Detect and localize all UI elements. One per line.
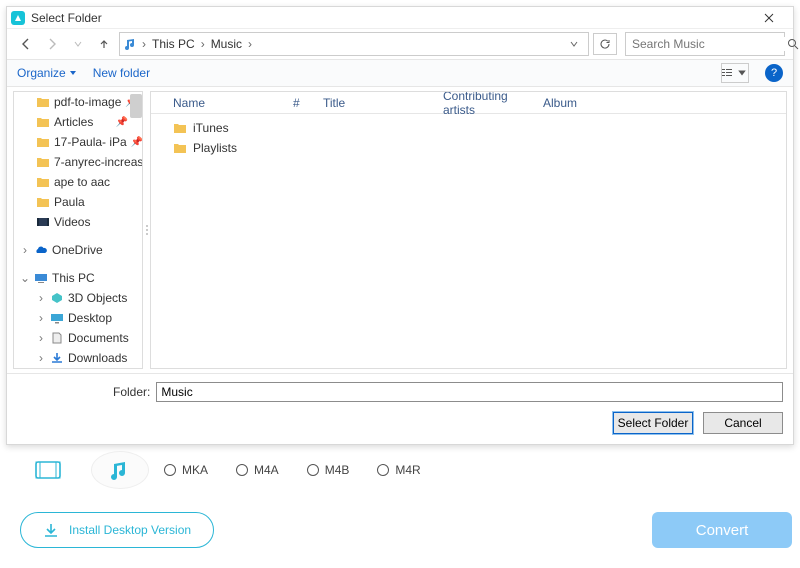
back-button[interactable]: [15, 33, 37, 55]
file-list[interactable]: Name # Title Contributing artists Album …: [150, 91, 787, 369]
onedrive-icon: [34, 244, 48, 256]
collapse-icon[interactable]: ⌄: [20, 271, 30, 285]
thispc-icon: [34, 272, 48, 284]
music-icon: [124, 37, 138, 51]
desktop-icon: [50, 312, 64, 324]
tree-item-thispc[interactable]: ⌄This PC: [14, 268, 142, 288]
chevron-right-icon: ›: [199, 37, 207, 51]
column-headers[interactable]: Name # Title Contributing artists Album: [151, 92, 786, 114]
address-bar[interactable]: › This PC › Music ›: [119, 32, 589, 56]
breadcrumb-music[interactable]: Music: [209, 37, 244, 51]
folder-input[interactable]: [156, 382, 783, 402]
audio-mode-icon[interactable]: [92, 452, 148, 488]
pin-icon: 📌: [116, 117, 128, 128]
folder-icon: [36, 136, 50, 148]
format-option[interactable]: M4R: [377, 463, 420, 477]
tree-item[interactable]: pdf-to-image📌: [14, 92, 142, 112]
col-number[interactable]: #: [285, 96, 315, 110]
chevron-down-icon: [69, 69, 77, 77]
tree-item[interactable]: ›Desktop: [14, 308, 142, 328]
folder-icon: [36, 96, 50, 108]
titlebar: Select Folder: [7, 7, 793, 29]
tree-item[interactable]: ›Documents: [14, 328, 142, 348]
radio-icon: [307, 464, 319, 476]
new-folder-button[interactable]: New folder: [93, 66, 150, 80]
help-button[interactable]: ?: [765, 64, 783, 82]
app-icon: [11, 11, 25, 25]
format-group: MKA M4A M4B M4R: [164, 463, 421, 477]
radio-icon: [236, 464, 248, 476]
expand-icon[interactable]: ›: [20, 243, 30, 257]
tree-item-onedrive[interactable]: ›OneDrive: [14, 240, 142, 260]
objects-icon: [50, 292, 64, 304]
folder-icon: [173, 122, 187, 134]
bottom-bar: Install Desktop Version Convert: [20, 510, 792, 550]
breadcrumb-thispc[interactable]: This PC: [150, 37, 197, 51]
search-icon: [787, 38, 799, 50]
select-folder-dialog: Select Folder › This PC › Music › Organi…: [6, 6, 794, 445]
documents-icon: [50, 332, 64, 344]
list-item[interactable]: iTunes: [173, 118, 786, 138]
format-option[interactable]: M4A: [236, 463, 279, 477]
up-button[interactable]: [93, 33, 115, 55]
format-option[interactable]: M4B: [307, 463, 350, 477]
dialog-footer: Folder: Select Folder Cancel: [7, 373, 793, 444]
view-options-button[interactable]: [721, 63, 749, 83]
col-contrib[interactable]: Contributing artists: [435, 91, 535, 117]
app-format-strip: MKA M4A M4B M4R: [20, 452, 792, 488]
search-input[interactable]: [632, 37, 787, 51]
folder-icon: [36, 156, 50, 168]
col-name[interactable]: Name: [165, 96, 285, 110]
chevron-right-icon: ›: [246, 37, 254, 51]
address-dropdown[interactable]: [564, 33, 584, 55]
main-area: pdf-to-image📌 Articles📌 17-Paula- iPa📌 7…: [7, 87, 793, 373]
tree-item[interactable]: ape to aac: [14, 172, 142, 192]
folder-icon: [173, 142, 187, 154]
close-button[interactable]: [749, 7, 789, 29]
convert-button[interactable]: Convert: [652, 512, 792, 548]
radio-icon: [377, 464, 389, 476]
col-title[interactable]: Title: [315, 96, 435, 110]
radio-icon: [164, 464, 176, 476]
tree-item[interactable]: 17-Paula- iPa📌: [14, 132, 142, 152]
folder-icon: [36, 116, 50, 128]
download-icon: [43, 522, 59, 538]
tree-item[interactable]: Articles📌: [14, 112, 142, 132]
col-album[interactable]: Album: [535, 96, 595, 110]
organize-menu[interactable]: Organize: [17, 66, 77, 80]
folder-label: Folder:: [113, 385, 150, 399]
nav-tree[interactable]: pdf-to-image📌 Articles📌 17-Paula- iPa📌 7…: [13, 91, 143, 369]
list-item[interactable]: Playlists: [173, 138, 786, 158]
tree-scrollbar[interactable]: [130, 94, 142, 118]
tree-item[interactable]: Paula: [14, 192, 142, 212]
nav-row: › This PC › Music ›: [7, 29, 793, 59]
tree-item[interactable]: Videos: [14, 212, 142, 232]
cancel-button[interactable]: Cancel: [703, 412, 783, 434]
tree-item[interactable]: ›Downloads: [14, 348, 142, 368]
select-folder-button[interactable]: Select Folder: [613, 412, 693, 434]
search-box[interactable]: [625, 32, 785, 56]
pin-icon: 📌: [131, 137, 142, 148]
tree-item[interactable]: 7-anyrec-increas: [14, 152, 142, 172]
dialog-title: Select Folder: [31, 11, 102, 25]
folder-icon: [36, 176, 50, 188]
chevron-right-icon: ›: [140, 37, 148, 51]
forward-button[interactable]: [41, 33, 63, 55]
folder-icon: [36, 196, 50, 208]
install-desktop-button[interactable]: Install Desktop Version: [20, 512, 214, 548]
recent-dropdown[interactable]: [67, 33, 89, 55]
refresh-button[interactable]: [593, 33, 617, 55]
videos-icon: [36, 216, 50, 228]
command-row: Organize New folder ?: [7, 59, 793, 87]
tree-item-music[interactable]: ›Music: [14, 368, 142, 369]
format-option[interactable]: MKA: [164, 463, 208, 477]
pane-resizer[interactable]: [145, 87, 148, 373]
video-mode-icon[interactable]: [20, 452, 76, 488]
downloads-icon: [50, 352, 64, 364]
tree-item[interactable]: ›3D Objects: [14, 288, 142, 308]
